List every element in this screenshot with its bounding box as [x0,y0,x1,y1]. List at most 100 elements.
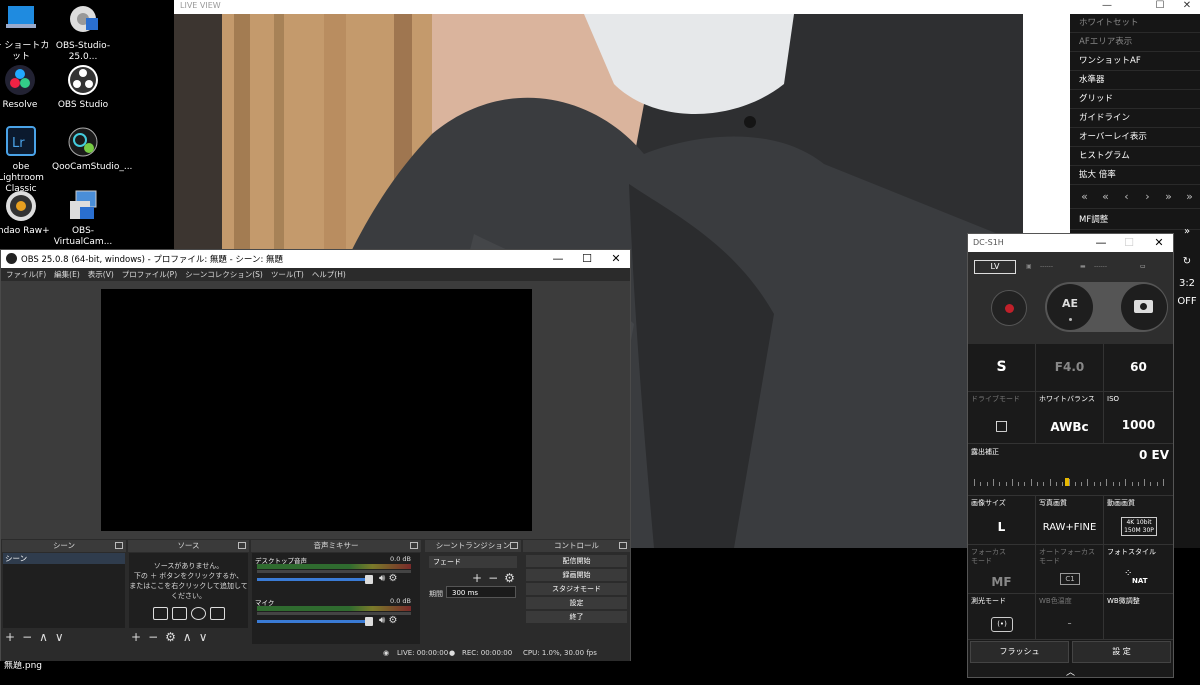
float-icon[interactable] [410,542,418,549]
duration-input[interactable]: 300 ms [446,586,516,598]
menu-help[interactable]: ヘルプ(H) [312,268,346,281]
speaker-icon[interactable]: 🔊︎ ⚙ [379,573,397,584]
menu-overlay[interactable]: オーバーレイ表示 [1070,128,1200,147]
off-value[interactable]: OFF [1174,292,1200,310]
chevron-up-icon[interactable]: ︿ [968,665,1173,678]
speaker-icon[interactable]: 🔊︎ ⚙ [379,615,397,626]
float-icon[interactable] [510,542,518,549]
settings-button[interactable]: 設定 [526,597,627,609]
volume-slider-handle[interactable] [365,575,373,584]
exposure-scale[interactable] [974,476,1167,486]
volume-slider-handle[interactable] [365,617,373,626]
minimize-icon[interactable]: — [1090,234,1112,252]
menu-histogram[interactable]: ヒストグラム [1070,147,1200,166]
exposure-compensation[interactable]: 露出補正 0 EV [968,444,1173,496]
desktop-icon-lightroom[interactable]: Lr obe Lightroom Classic [0,125,52,195]
gear-icon[interactable]: ⚙ [504,571,515,585]
nav-first-icon[interactable]: « [1074,190,1095,203]
add-icon[interactable]: + [131,630,141,644]
menu-guideline[interactable]: ガイドライン [1070,109,1200,128]
iso-cell[interactable]: ISO 1000 [1104,392,1173,444]
menu-profile[interactable]: プロファイル(P) [122,268,177,281]
menu-edit[interactable]: 編集(E) [54,268,80,281]
aperture-cell[interactable]: F4.0 [1036,344,1104,392]
exposure-marker[interactable] [1065,478,1069,486]
add-icon[interactable]: + [5,630,15,644]
ae-button[interactable]: AE [1047,284,1093,330]
menu-file[interactable]: ファイル(F) [6,268,46,281]
desktop-icon-virtualcam-installer[interactable]: OBS-VirtualCam... [52,189,114,248]
remove-icon[interactable]: − [22,630,32,644]
minimize-icon[interactable]: — [544,250,572,268]
nav-prev-icon[interactable]: ‹ [1116,190,1137,203]
move-up-icon[interactable]: ∧ [39,630,48,644]
float-icon[interactable] [238,542,246,549]
liveview-titlebar[interactable]: LIVE VIEW — ☐ ✕ [174,0,1200,14]
desktop-icon-obs-installer[interactable]: OBS-Studio-25.0... [52,4,114,63]
desktop-icon-qoocam[interactable]: QooCamStudio_... [52,125,132,173]
liveview-toggle[interactable]: LV [974,260,1016,274]
video-quality-cell[interactable]: 動画画質 4K 10bit 150M 30P [1104,496,1173,545]
desktop-icon-shortcut[interactable]: ー ショートカット [0,4,52,63]
remove-icon[interactable]: − [488,571,498,585]
nav-back-icon[interactable]: « [1095,190,1116,203]
image-size-cell[interactable]: 画像サイズ L [968,496,1036,545]
menu-af-area[interactable]: AFエリア表示 [1070,33,1200,52]
desktop-icon-resolve[interactable]: Resolve [0,63,51,111]
transition-select[interactable]: フェード [429,556,517,568]
af-mode-cell[interactable]: オートフォーカス モード C1 [1036,545,1104,594]
start-recording-button[interactable]: 録画開始 [526,569,627,581]
add-icon[interactable]: + [472,571,482,585]
float-icon[interactable] [115,542,123,549]
close-icon[interactable]: ✕ [602,250,630,268]
shutter-button[interactable] [1121,284,1167,330]
close-icon[interactable]: ✕ [1174,0,1200,12]
menu-tools[interactable]: ツール(T) [271,268,304,281]
expand-icon[interactable]: » [1174,226,1200,246]
photo-quality-cell[interactable]: 写真画質 RAW+FINE [1036,496,1104,545]
aspect-ratio-value[interactable]: 3:2 [1174,274,1200,292]
menu-zoom[interactable]: 拡大 倍率 [1070,166,1200,185]
rotate-icon[interactable]: ↻ [1174,246,1200,274]
menu-white-set[interactable]: ホワイトセット [1070,14,1200,33]
obs-titlebar[interactable]: OBS 25.0.8 (64-bit, windows) - プロファイル: 無… [1,250,630,268]
record-button[interactable] [991,290,1027,326]
photo-style-cell[interactable]: フォトスタイル ⁘ NAT [1104,545,1173,594]
move-down-icon[interactable]: ∨ [55,630,64,644]
metering-mode-cell[interactable]: 測光モード (•) [968,594,1036,640]
exposure-mode-cell[interactable]: S [968,344,1036,392]
flash-button[interactable]: フラッシュ [970,641,1069,663]
menu-level-gauge[interactable]: 水準器 [1070,71,1200,90]
move-down-icon[interactable]: ∨ [199,630,208,644]
nav-forward-icon[interactable]: » [1158,190,1179,203]
nav-last-icon[interactable]: » [1179,190,1200,203]
float-icon[interactable] [619,542,627,549]
settings-button[interactable]: 設 定 [1072,641,1171,663]
volume-slider[interactable] [257,578,367,581]
shutter-speed-cell[interactable]: 60 [1104,344,1173,392]
studio-mode-button[interactable]: スタジオモード [526,583,627,595]
nav-next-icon[interactable]: › [1137,190,1158,203]
maximize-icon[interactable]: ☐ [573,250,601,268]
maximize-icon[interactable]: ☐ [1147,0,1173,12]
gear-icon[interactable]: ⚙ [165,630,176,644]
list-item[interactable]: シーン [3,553,125,564]
volume-slider[interactable] [257,620,367,623]
wb-adjust-cell[interactable]: WB微調整 [1104,594,1173,640]
drive-mode-cell[interactable]: ドライブモード □ [968,392,1036,444]
desktop-icon-obs[interactable]: OBS Studio [52,63,114,111]
camera-titlebar[interactable]: DC-S1H — ☐ ✕ [968,234,1173,252]
close-icon[interactable]: ✕ [1148,234,1170,252]
white-balance-cell[interactable]: ホワイトバランス AWBc [1036,392,1104,444]
move-up-icon[interactable]: ∧ [183,630,192,644]
wb-temp-cell[interactable]: WB色温度 - [1036,594,1104,640]
menu-one-shot-af[interactable]: ワンショットAF [1070,52,1200,71]
desktop-icon-raw-plus[interactable]: andao Raw+ [0,189,52,237]
exit-button[interactable]: 終了 [526,611,627,623]
minimize-icon[interactable]: — [1094,0,1120,12]
sources-list[interactable]: ソースがありません。 下の ＋ ボタンをクリックするか、 またはここを右クリック… [129,553,248,628]
remove-icon[interactable]: − [148,630,158,644]
menu-view[interactable]: 表示(V) [88,268,114,281]
menu-grid[interactable]: グリッド [1070,90,1200,109]
obs-preview[interactable] [101,289,532,531]
